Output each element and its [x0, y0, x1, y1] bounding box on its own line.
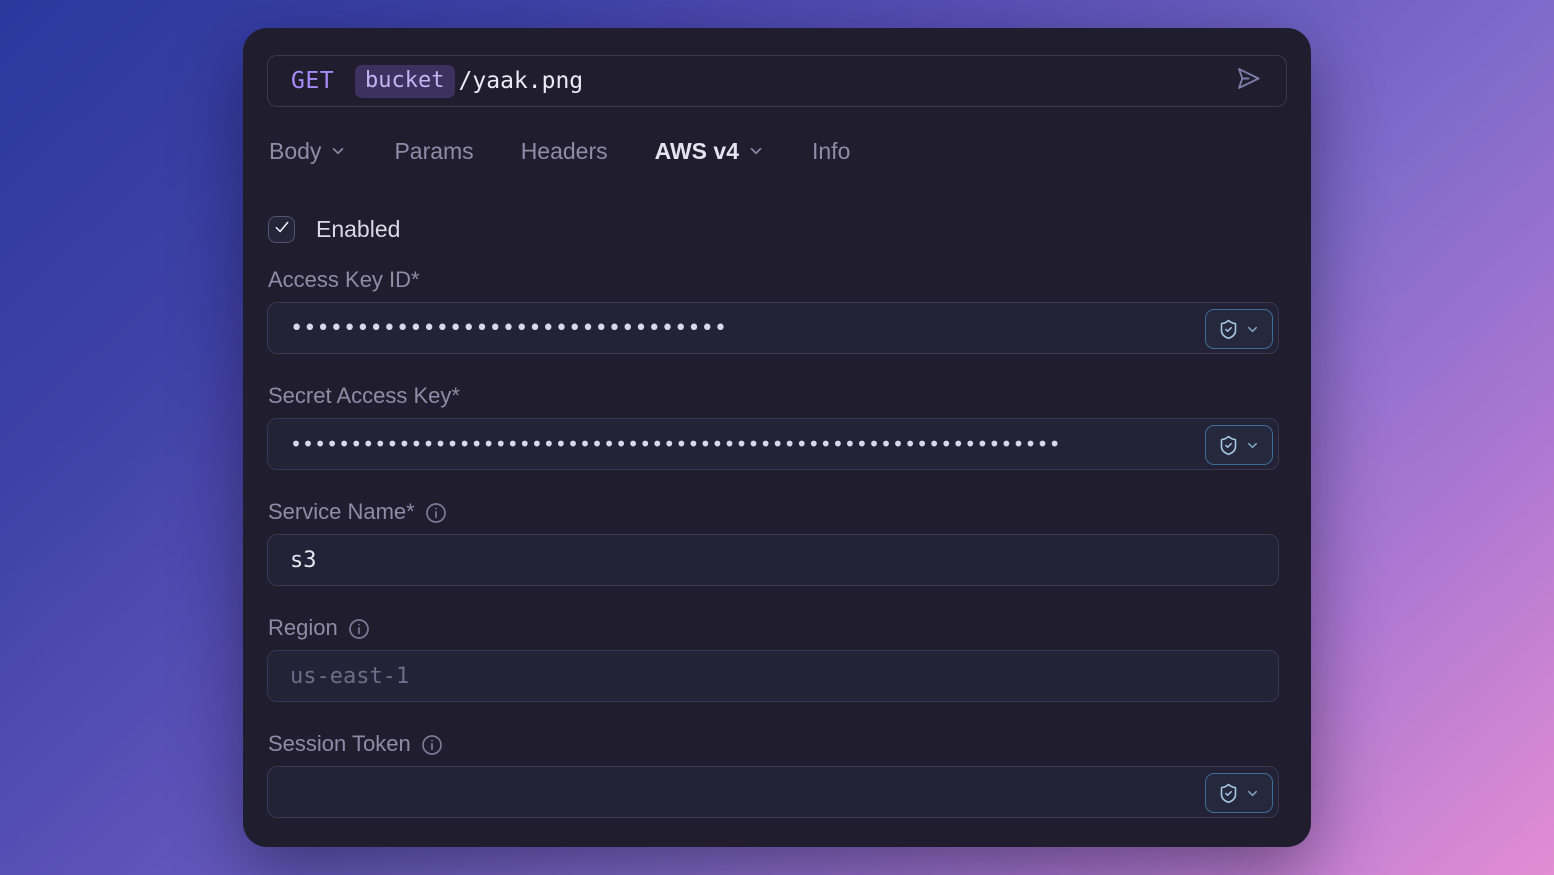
send-button[interactable]	[1233, 66, 1263, 96]
enabled-label: Enabled	[316, 216, 400, 243]
secret-key-group: Secret Access Key* •••••••••••••••••••••…	[267, 383, 1287, 470]
secret-key-secure-button[interactable]	[1205, 425, 1273, 465]
session-token-group: Session Token	[267, 731, 1287, 818]
url-bar[interactable]: GET bucket /yaak.png	[267, 55, 1287, 107]
region-placeholder: us-east-1	[290, 664, 409, 689]
info-icon[interactable]	[347, 617, 371, 641]
url-path[interactable]: /yaak.png	[459, 68, 584, 94]
tab-info[interactable]: Info	[812, 138, 850, 165]
enabled-row: Enabled	[267, 215, 1287, 243]
tab-aws-v4-label: AWS v4	[655, 138, 739, 165]
tab-headers-label: Headers	[521, 138, 608, 165]
checkmark-icon	[273, 218, 291, 241]
secret-key-input[interactable]: ••••••••••••••••••••••••••••••••••••••••…	[267, 418, 1279, 470]
region-input[interactable]: us-east-1	[267, 650, 1279, 702]
access-key-input[interactable]: •••••••••••••••••••••••••••••••••	[267, 302, 1279, 354]
request-tabs: Body Params Headers AWS v4 Info	[267, 134, 1287, 168]
http-method[interactable]: GET	[291, 68, 334, 94]
shield-check-icon	[1218, 783, 1239, 804]
tab-params[interactable]: Params	[394, 138, 473, 165]
access-key-label: Access Key ID*	[267, 267, 1287, 293]
enabled-checkbox[interactable]	[268, 216, 295, 243]
chevron-down-icon	[1245, 786, 1260, 801]
service-name-label: Service Name*	[267, 499, 1287, 525]
access-key-masked-value: •••••••••••••••••••••••••••••••••	[290, 316, 727, 341]
session-token-label: Session Token	[267, 731, 1287, 757]
service-name-group: Service Name* s3	[267, 499, 1287, 586]
shield-check-icon	[1218, 319, 1239, 340]
info-icon[interactable]	[420, 733, 444, 757]
access-key-group: Access Key ID* •••••••••••••••••••••••••…	[267, 267, 1287, 354]
tab-info-label: Info	[812, 138, 850, 165]
tab-params-label: Params	[394, 138, 473, 165]
variable-badge[interactable]: bucket	[355, 65, 454, 98]
chevron-down-icon	[1245, 322, 1260, 337]
session-token-input[interactable]	[267, 766, 1279, 818]
tab-aws-v4[interactable]: AWS v4	[655, 136, 765, 166]
secret-key-label: Secret Access Key*	[267, 383, 1287, 409]
chevron-down-icon	[329, 139, 347, 166]
secret-key-masked-value: ••••••••••••••••••••••••••••••••••••••••…	[290, 432, 1061, 456]
request-panel: GET bucket /yaak.png Body Params Headers…	[243, 28, 1311, 847]
session-token-secure-button[interactable]	[1205, 773, 1273, 813]
region-group: Region us-east-1	[267, 615, 1287, 702]
tab-headers[interactable]: Headers	[521, 138, 608, 165]
chevron-down-icon	[1245, 438, 1260, 453]
service-name-input[interactable]: s3	[267, 534, 1279, 586]
tab-body-label: Body	[269, 138, 321, 165]
service-name-value: s3	[290, 548, 317, 573]
region-label: Region	[267, 615, 1287, 641]
info-icon[interactable]	[424, 501, 448, 525]
chevron-down-icon	[747, 139, 765, 166]
tab-body[interactable]: Body	[269, 136, 347, 166]
access-key-secure-button[interactable]	[1205, 309, 1273, 349]
shield-check-icon	[1218, 435, 1239, 456]
send-icon	[1235, 65, 1262, 98]
